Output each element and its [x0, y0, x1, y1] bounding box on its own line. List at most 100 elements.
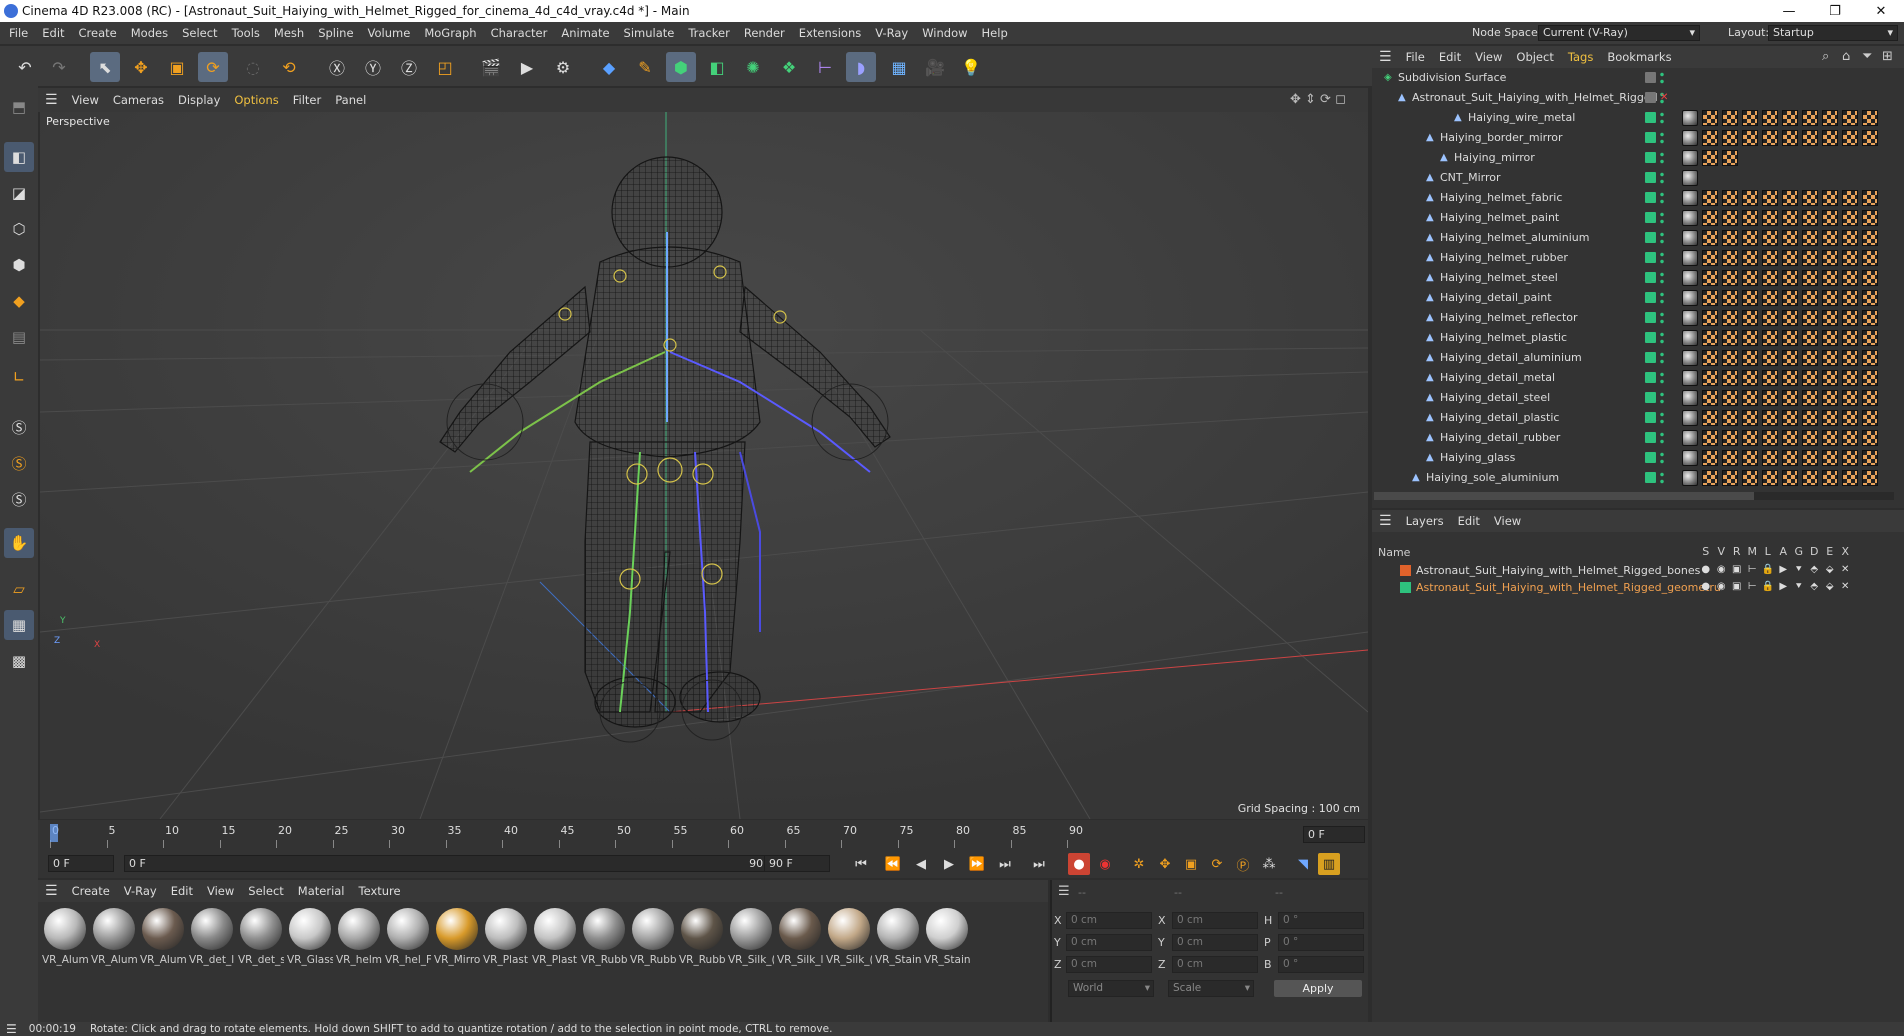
texture-tag-icon[interactable]: [1862, 230, 1878, 246]
object-row[interactable]: ▲ Haiying_helmet_steel: [1372, 268, 1904, 288]
object-layer-color-icon[interactable]: [1645, 192, 1656, 203]
menu-window[interactable]: Window: [915, 26, 974, 40]
texture-tag-icon[interactable]: [1782, 330, 1798, 346]
menu-render[interactable]: Render: [737, 26, 792, 40]
texture-tag-icon[interactable]: [1802, 330, 1818, 346]
pos-z-field[interactable]: 0 cm: [1066, 956, 1152, 973]
key-rotation-icon[interactable]: ⟳: [1206, 853, 1228, 875]
texture-tag-icon[interactable]: [1782, 190, 1798, 206]
object-visibility-dots-icon[interactable]: [1660, 471, 1664, 485]
viewport-menu-panel[interactable]: Panel: [328, 93, 373, 107]
material-tag-icon[interactable]: [1682, 430, 1698, 446]
texture-tag-icon[interactable]: [1702, 370, 1718, 386]
texture-tag-icon[interactable]: [1722, 450, 1738, 466]
redo-icon[interactable]: ↷: [44, 52, 74, 82]
material-swatch[interactable]: VR_Stain: [924, 908, 970, 970]
texture-tag-icon[interactable]: [1842, 290, 1858, 306]
material-menu-v-ray[interactable]: V-Ray: [117, 884, 164, 898]
texture-tag-icon[interactable]: [1702, 130, 1718, 146]
object-layer-color-icon[interactable]: [1645, 252, 1656, 263]
snap-enable-icon[interactable]: Ⓢ: [4, 448, 34, 478]
texture-tag-icon[interactable]: [1742, 430, 1758, 446]
menu-character[interactable]: Character: [484, 26, 555, 40]
texture-tag-icon[interactable]: [1742, 250, 1758, 266]
texture-tag-icon[interactable]: [1742, 110, 1758, 126]
object-row[interactable]: ▲ Astronaut_Suit_Haiying_with_Helmet_Rigg…: [1372, 88, 1904, 108]
material-swatch[interactable]: VR_Alum: [42, 908, 88, 970]
rot-b-field[interactable]: 0 °: [1278, 956, 1364, 973]
apply-button[interactable]: Apply: [1274, 980, 1362, 997]
texture-tag-icon[interactable]: [1862, 410, 1878, 426]
texture-tag-icon[interactable]: [1722, 290, 1738, 306]
object-visibility-dots-icon[interactable]: [1660, 451, 1664, 465]
playhead-marker[interactable]: [50, 824, 58, 842]
node-space-select[interactable]: Current (V-Ray) ▾: [1538, 25, 1700, 41]
object-layer-color-icon[interactable]: [1645, 132, 1656, 143]
texture-tag-icon[interactable]: [1702, 410, 1718, 426]
scale-tool-icon[interactable]: ▣: [162, 52, 192, 82]
object-layer-color-icon[interactable]: [1645, 272, 1656, 283]
material-menu-create[interactable]: Create: [65, 884, 117, 898]
menu-modes[interactable]: Modes: [124, 26, 175, 40]
object-visibility-dots-icon[interactable]: [1660, 411, 1664, 425]
texture-tag-icon[interactable]: [1802, 430, 1818, 446]
material-tag-icon[interactable]: [1682, 150, 1698, 166]
render-view-icon[interactable]: ▶: [512, 52, 542, 82]
rot-p-field[interactable]: 0 °: [1278, 934, 1364, 951]
texture-tag-icon[interactable]: [1822, 310, 1838, 326]
deformer-icon[interactable]: ⊢: [810, 52, 840, 82]
texture-tag-icon[interactable]: [1782, 310, 1798, 326]
texture-tag-icon[interactable]: [1862, 250, 1878, 266]
size-y-field[interactable]: 0 cm: [1172, 934, 1258, 951]
texture-tag-icon[interactable]: [1822, 390, 1838, 406]
select-tool-icon[interactable]: ⬉: [90, 52, 120, 82]
menu-edit[interactable]: Edit: [35, 26, 71, 40]
menu-tracker[interactable]: Tracker: [681, 26, 737, 40]
viewport-menu-display[interactable]: Display: [171, 93, 227, 107]
texture-tag-icon[interactable]: [1762, 330, 1778, 346]
texture-tag-icon[interactable]: [1702, 350, 1718, 366]
object-mode-icon[interactable]: ◧: [4, 142, 34, 172]
axis-mode-icon[interactable]: ∟: [4, 362, 34, 392]
texture-tag-icon[interactable]: [1842, 390, 1858, 406]
object-visibility-dots-icon[interactable]: [1660, 131, 1664, 145]
object-home-icon[interactable]: ⌂: [1842, 49, 1850, 64]
layer-flag-icon[interactable]: ⬙: [1822, 564, 1838, 575]
texture-tag-icon[interactable]: [1762, 110, 1778, 126]
material-swatch[interactable]: VR_Glass: [287, 908, 333, 970]
key-position-icon[interactable]: ✥: [1154, 853, 1176, 875]
object-layer-color-icon[interactable]: [1645, 412, 1656, 423]
texture-tag-icon[interactable]: [1722, 370, 1738, 386]
object-visibility-dots-icon[interactable]: [1660, 391, 1664, 405]
material-swatch[interactable]: VR_helm: [336, 908, 382, 970]
texture-tag-icon[interactable]: [1762, 270, 1778, 286]
texture-tag-icon[interactable]: [1742, 290, 1758, 306]
texture-tag-icon[interactable]: [1722, 410, 1738, 426]
timeline-window-icon[interactable]: ▥: [1318, 853, 1340, 875]
object-visibility-dots-icon[interactable]: [1660, 351, 1664, 365]
texture-tag-icon[interactable]: [1842, 470, 1858, 486]
texture-tag-icon[interactable]: [1862, 130, 1878, 146]
viewport-menu-cameras[interactable]: Cameras: [106, 93, 171, 107]
object-row[interactable]: ▲ Haiying_helmet_reflector: [1372, 308, 1904, 328]
material-tag-icon[interactable]: [1682, 210, 1698, 226]
texture-tag-icon[interactable]: [1742, 190, 1758, 206]
texture-tag-icon[interactable]: [1782, 410, 1798, 426]
material-menu-view[interactable]: View: [200, 884, 241, 898]
layer-flag-icon[interactable]: ✕: [1838, 564, 1854, 575]
layer-name[interactable]: Astronaut_Suit_Haiying_with_Helmet_Rigge…: [1416, 581, 1721, 594]
texture-tag-icon[interactable]: [1722, 250, 1738, 266]
move-tool-icon[interactable]: ✥: [126, 52, 156, 82]
menu-animate[interactable]: Animate: [554, 26, 616, 40]
texture-tag-icon[interactable]: [1762, 250, 1778, 266]
object-menu-bookmarks[interactable]: Bookmarks: [1600, 50, 1678, 64]
texture-tag-icon[interactable]: [1862, 190, 1878, 206]
texture-tag-icon[interactable]: [1842, 350, 1858, 366]
material-menu-edit[interactable]: Edit: [164, 884, 200, 898]
layer-menu-layers[interactable]: Layers: [1399, 514, 1451, 528]
texture-tag-icon[interactable]: [1822, 210, 1838, 226]
recent-tool-icon[interactable]: ◌: [238, 52, 268, 82]
key-scale-icon[interactable]: ▣: [1180, 853, 1202, 875]
object-row[interactable]: ▲ Haiying_helmet_fabric: [1372, 188, 1904, 208]
material-tag-icon[interactable]: [1682, 110, 1698, 126]
